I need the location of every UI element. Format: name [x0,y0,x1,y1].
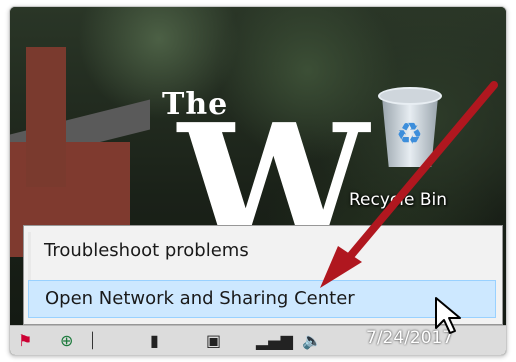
house-chimney [26,47,66,187]
menu-item-troubleshoot[interactable]: Troubleshoot problems [28,232,496,270]
screenshot-frame: The W ♻ Recycle Bin Troubleshoot problem… [9,6,507,356]
recycle-bin-label[interactable]: Recycle Bin [349,190,447,210]
pin-icon[interactable]: ⏐ [88,331,97,351]
signal-icon[interactable]: ▂▄▆ [256,331,293,350]
recycle-bin-rim [378,87,442,105]
menu-item-open-network-sharing-center[interactable]: Open Network and Sharing Center [28,280,496,318]
volume-icon[interactable]: 🔈 [302,331,322,350]
recycle-symbol-icon: ♻ [396,117,423,152]
tablet-icon[interactable]: ▣ [206,331,221,350]
recycle-bin-icon[interactable]: ♻ [372,87,450,197]
battery-icon[interactable]: ▮ [150,331,159,350]
flag-icon[interactable]: ⚑ [18,331,32,350]
taskbar: ⚑ ⊕ ⏐ ▮ ▣ ▂▄▆ 🔈 7/24/2017 [10,325,506,355]
mouse-cursor-icon [435,297,461,334]
network-icon[interactable]: ⊕ [60,331,73,350]
network-context-menu: Troubleshoot problems Open Network and S… [23,225,503,325]
wallpaper-house [10,47,150,257]
